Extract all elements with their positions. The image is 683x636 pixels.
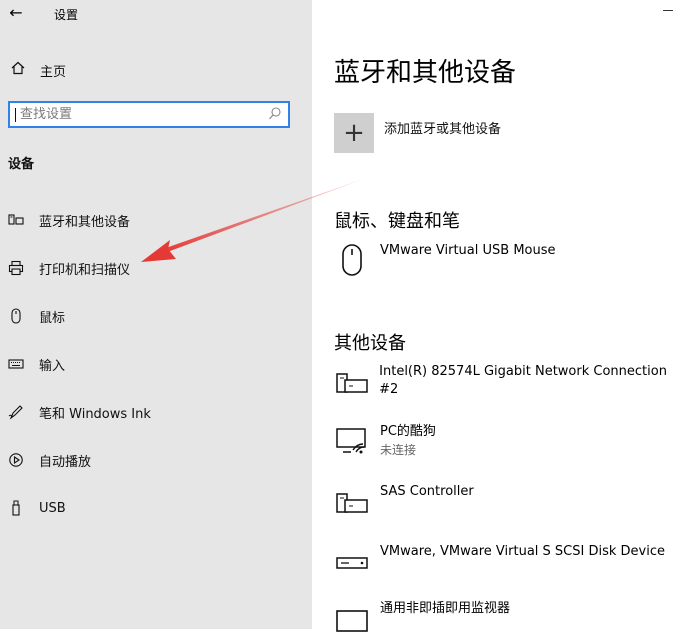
search-box[interactable] [8, 101, 290, 128]
media-device-icon [334, 423, 370, 459]
add-device-button[interactable]: + 添加蓝牙或其他设备 [334, 113, 501, 153]
printer-icon [7, 259, 25, 277]
device-name: 通用非即插即用监视器 [380, 601, 511, 616]
device-item[interactable]: Intel(R) 82574L Gigabit Network Connecti… [334, 363, 683, 399]
plus-icon: + [334, 113, 374, 153]
add-device-label: 添加蓝牙或其他设备 [384, 122, 502, 137]
window-title: 设置 [54, 8, 79, 22]
main-content: 蓝牙和其他设备 + 添加蓝牙或其他设备 鼠标、键盘和笔 VMware Virtu… [312, 0, 683, 632]
sidebar-item-printers[interactable]: 打印机和扫描仪 [0, 248, 312, 288]
device-item[interactable]: SAS Controller [334, 483, 474, 519]
home-label: 主页 [40, 64, 67, 80]
sidebar-item-bluetooth[interactable]: 蓝牙和其他设备 [0, 200, 312, 240]
sidebar-item-mouse[interactable]: 鼠标 [0, 296, 312, 336]
sidebar-item-label: 蓝牙和其他设备 [39, 214, 131, 230]
device-name: VMware, VMware Virtual S SCSI Disk Devic… [380, 544, 665, 559]
sidebar-item-usb[interactable]: USB [0, 488, 312, 528]
home-icon [8, 61, 28, 79]
device-item[interactable]: VMware, VMware Virtual S SCSI Disk Devic… [334, 543, 665, 579]
section-header: 设备 [8, 157, 35, 172]
sidebar-item-typing[interactable]: 输入 [0, 344, 312, 384]
sidebar-item-label: 打印机和扫描仪 [39, 262, 131, 278]
device-name: Intel(R) 82574L Gigabit Network Connecti… [379, 364, 667, 397]
sidebar-item-pen[interactable]: 笔和 Windows Ink [0, 392, 312, 432]
search-input[interactable] [20, 105, 260, 123]
bluetooth-devices-icon [7, 211, 25, 229]
other-section-title: 其他设备 [334, 333, 406, 354]
device-item[interactable]: PC的酷狗 未连接 [334, 423, 436, 459]
minimize-button[interactable] [663, 10, 673, 11]
disk-device-icon [334, 543, 370, 579]
sidebar-item-label: 输入 [39, 358, 66, 374]
monitor-icon [334, 600, 370, 636]
device-name: PC的酷狗 [380, 424, 436, 439]
generic-device-icon [334, 483, 370, 519]
search-icon[interactable] [268, 106, 282, 122]
sidebar-item-label: 鼠标 [39, 310, 66, 326]
usb-icon [7, 499, 25, 517]
mouse-icon [7, 307, 25, 325]
device-item[interactable]: 通用非即插即用监视器 [334, 600, 510, 636]
sidebar-item-label: 笔和 Windows Ink [39, 406, 151, 422]
keyboard-icon [7, 355, 25, 373]
pen-icon [7, 403, 25, 421]
sidebar: ← 设置 主页 设备 蓝牙和其他设备 打印机和扫描仪 [0, 0, 312, 629]
mouse-icon [334, 242, 370, 278]
device-name: SAS Controller [380, 484, 474, 499]
sidebar-item-autoplay[interactable]: 自动播放 [0, 440, 312, 480]
device-name: VMware Virtual USB Mouse [380, 243, 556, 258]
page-title: 蓝牙和其他设备 [334, 58, 517, 88]
device-status: 未连接 [380, 443, 417, 457]
mouse-section-title: 鼠标、键盘和笔 [334, 211, 460, 232]
sidebar-item-label: 自动播放 [39, 454, 92, 470]
sidebar-item-label: USB [39, 500, 66, 516]
autoplay-icon [7, 451, 25, 469]
home-link[interactable]: 主页 [0, 56, 312, 84]
text-caret [15, 108, 16, 122]
network-device-icon [334, 363, 369, 399]
device-item[interactable]: VMware Virtual USB Mouse [334, 242, 556, 278]
back-button[interactable]: ← [6, 3, 26, 23]
